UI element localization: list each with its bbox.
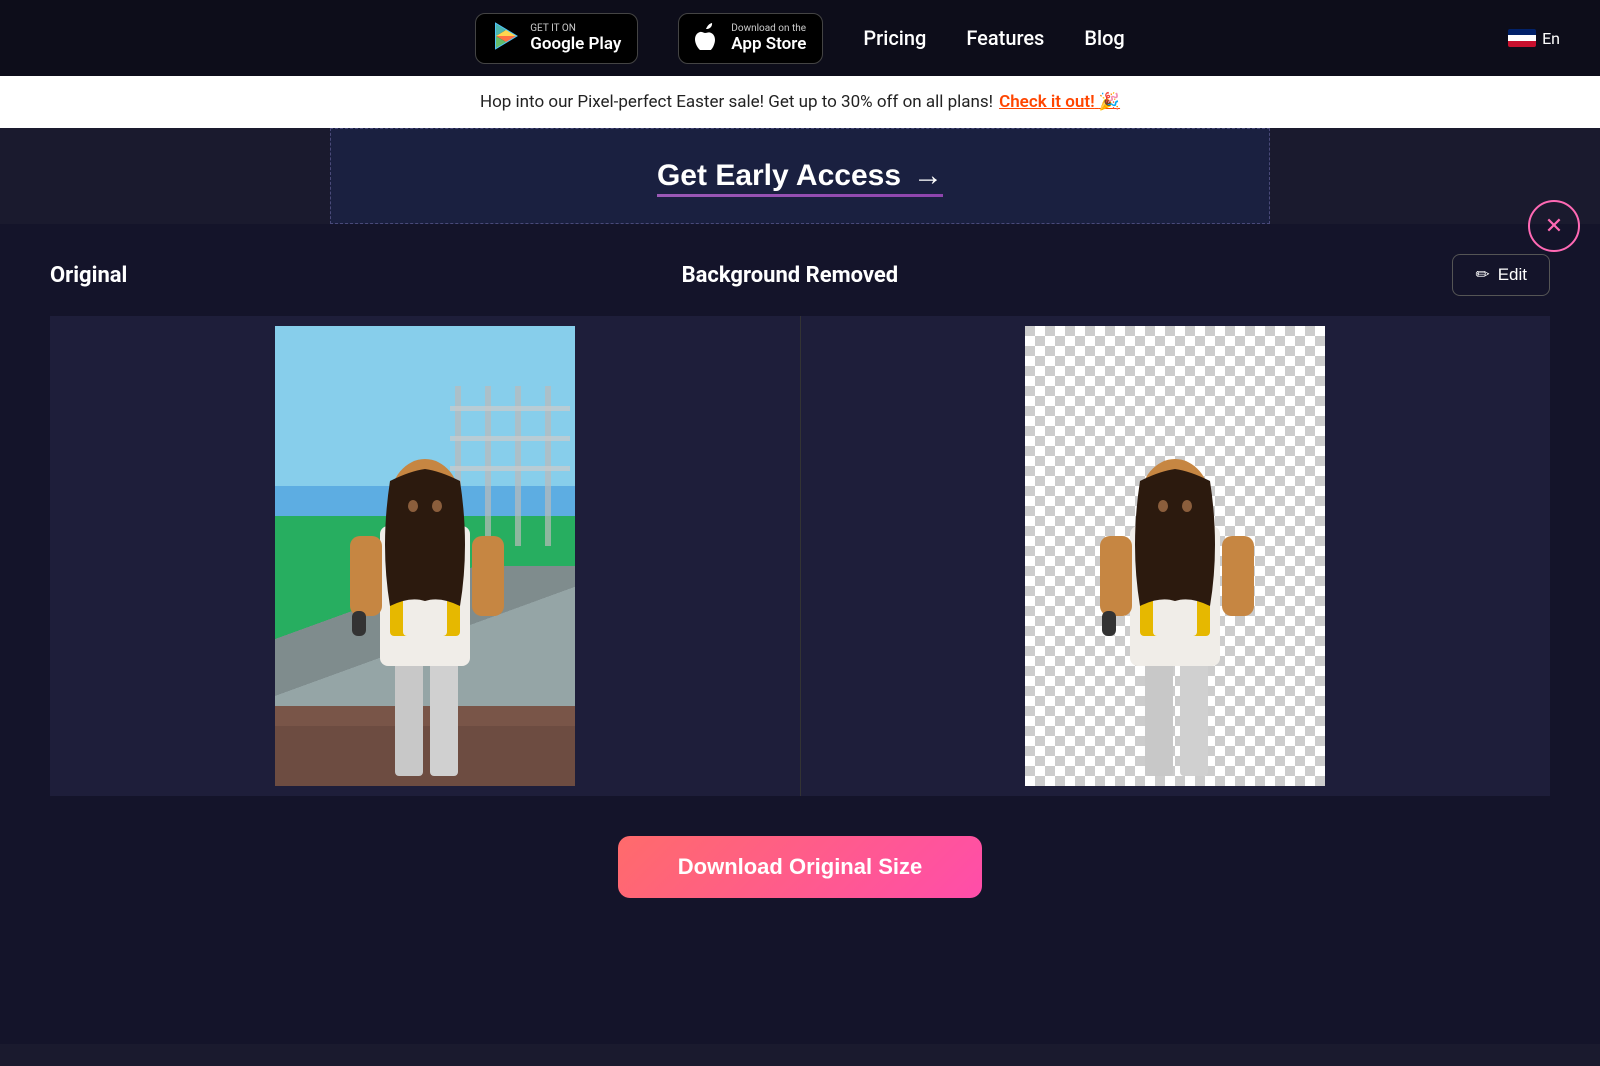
early-access-label: Get Early Access — [657, 159, 901, 193]
original-panel — [50, 316, 801, 796]
flag-icon — [1508, 29, 1536, 47]
download-section: Download Original Size — [50, 836, 1550, 928]
promo-text: Hop into our Pixel-perfect Easter sale! … — [480, 92, 993, 112]
early-access-arrow: → — [913, 159, 943, 193]
bg-removed-image-container — [1025, 326, 1325, 786]
google-play-btn[interactable]: GET IT ON Google Play — [475, 13, 638, 64]
app-store-top-text: Download on the — [731, 23, 806, 34]
nav-bar: GET IT ON Google Play Download on the Ap… — [0, 0, 1600, 76]
close-button[interactable]: ✕ — [1528, 200, 1580, 252]
bg-removed-image — [1025, 326, 1325, 786]
google-play-icon — [492, 22, 520, 55]
blog-link[interactable]: Blog — [1084, 26, 1124, 50]
edit-label: Edit — [1498, 265, 1527, 285]
google-play-main-text: Google Play — [530, 34, 621, 54]
early-access-section: Get Early Access → — [330, 128, 1270, 224]
bg-removed-panel — [801, 316, 1551, 796]
promo-link[interactable]: Check it out! 🎉 — [999, 92, 1120, 112]
language-selector[interactable]: En — [1508, 29, 1560, 48]
language-label: En — [1542, 29, 1560, 48]
pricing-link[interactable]: Pricing — [863, 26, 926, 50]
main-content: Original Background Removed ✏ Edit — [0, 224, 1600, 1044]
images-container — [50, 316, 1550, 796]
original-image — [275, 326, 575, 786]
early-access-button[interactable]: Get Early Access → — [657, 159, 943, 193]
original-image-container — [275, 326, 575, 786]
edit-icon: ✏ — [1475, 265, 1489, 285]
features-link[interactable]: Features — [966, 26, 1044, 50]
original-label: Original — [50, 263, 127, 288]
apple-icon — [695, 22, 721, 55]
promo-banner: Hop into our Pixel-perfect Easter sale! … — [0, 76, 1600, 128]
download-button[interactable]: Download Original Size — [618, 836, 982, 898]
edit-button[interactable]: ✏ Edit — [1452, 254, 1550, 296]
images-header: Original Background Removed ✏ Edit — [50, 254, 1550, 296]
bg-removed-label: Background Removed — [682, 263, 899, 288]
app-store-btn[interactable]: Download on the App Store — [678, 13, 823, 64]
app-store-main-text: App Store — [731, 34, 806, 54]
google-play-top-text: GET IT ON — [530, 23, 621, 34]
close-icon: ✕ — [1545, 213, 1563, 239]
